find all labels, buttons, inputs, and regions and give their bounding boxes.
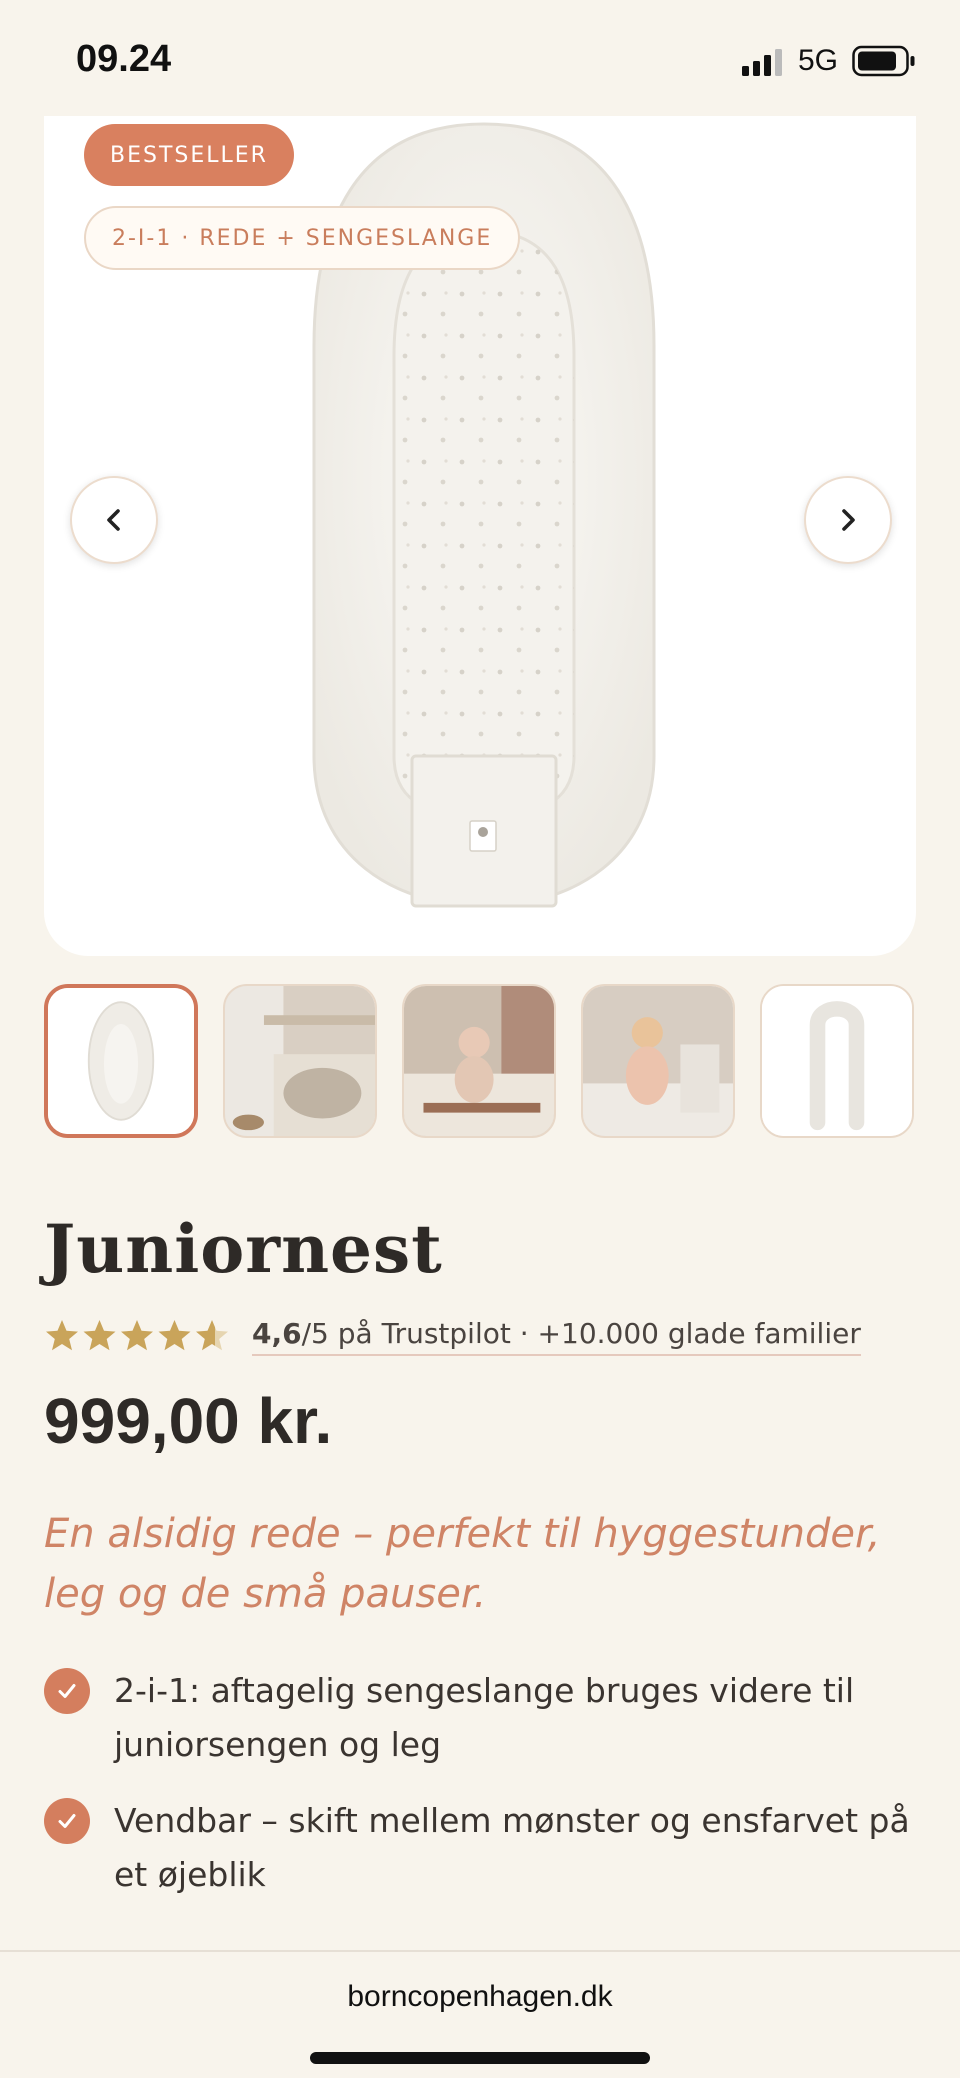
chevron-right-icon <box>842 509 855 531</box>
combo-badge: 2-I-1 · REDE + SENGESLANGE <box>84 206 521 270</box>
child-sitting-photo <box>583 986 733 1136</box>
checkmark-icon <box>44 1668 90 1714</box>
chevron-left-icon <box>107 509 120 531</box>
rating-link[interactable]: 4,6/5 på Trustpilot · +10.000 glade fami… <box>252 1317 861 1356</box>
gallery-next-button[interactable] <box>804 476 892 564</box>
gallery-prev-button[interactable] <box>70 476 158 564</box>
product-tagline: En alsidig rede – perfekt til hyggestund… <box>44 1511 881 1617</box>
rating-score: 4,6 <box>252 1316 302 1350</box>
feature-text: Vendbar – skift mellem mønster og ensfar… <box>114 1801 910 1894</box>
checkmark-icon <box>44 1798 90 1844</box>
star-rating-icon <box>46 1320 228 1351</box>
rating-row[interactable]: 4,6/5 på Trustpilot · +10.000 glade fami… <box>44 1314 861 1358</box>
home-indicator[interactable] <box>310 2052 650 2064</box>
thumbnail-child-sitting[interactable] <box>581 984 735 1138</box>
thumbnail-child-with-toys[interactable] <box>402 984 556 1138</box>
child-photo <box>404 986 554 1136</box>
product-title: Juniornest <box>44 1210 443 1288</box>
status-time: 09.24 <box>76 38 172 80</box>
bestseller-badge: BESTSELLER <box>84 124 294 186</box>
thumbnail-nest-in-bed[interactable] <box>223 984 377 1138</box>
browser-address-bar[interactable]: borncopenhagen.dk <box>0 1950 960 2078</box>
product-price: 999,00 kr. <box>44 1385 333 1457</box>
network-type: 5G <box>798 44 839 77</box>
feature-text: 2-i-1: aftagelig sengeslange bruges vide… <box>114 1671 855 1764</box>
battery-icon <box>852 45 915 77</box>
url-label[interactable]: borncopenhagen.dk <box>0 1980 960 2014</box>
nest-thumbnail-image <box>48 988 194 1134</box>
status-bar: 09.24 5G <box>0 0 960 118</box>
thumbnail-nest-flat[interactable] <box>44 984 198 1138</box>
feature-item: Vendbar – skift mellem mønster og ensfar… <box>44 1794 916 1902</box>
feature-item: 2-i-1: aftagelig sengeslange bruges vide… <box>44 1664 916 1772</box>
product-gallery[interactable]: BESTSELLER 2-I-1 · REDE + SENGESLANGE <box>44 116 916 956</box>
feature-list: 2-i-1: aftagelig sengeslange bruges vide… <box>44 1664 916 1924</box>
cellular-signal-icon <box>742 49 782 76</box>
thumbnail-strip <box>44 984 916 1138</box>
bedroom-photo <box>225 986 375 1136</box>
rating-description: /5 på Trustpilot · +10.000 glade familie… <box>301 1316 861 1350</box>
thumbnail-nest-open[interactable] <box>760 984 914 1138</box>
nest-open-image <box>762 986 912 1136</box>
